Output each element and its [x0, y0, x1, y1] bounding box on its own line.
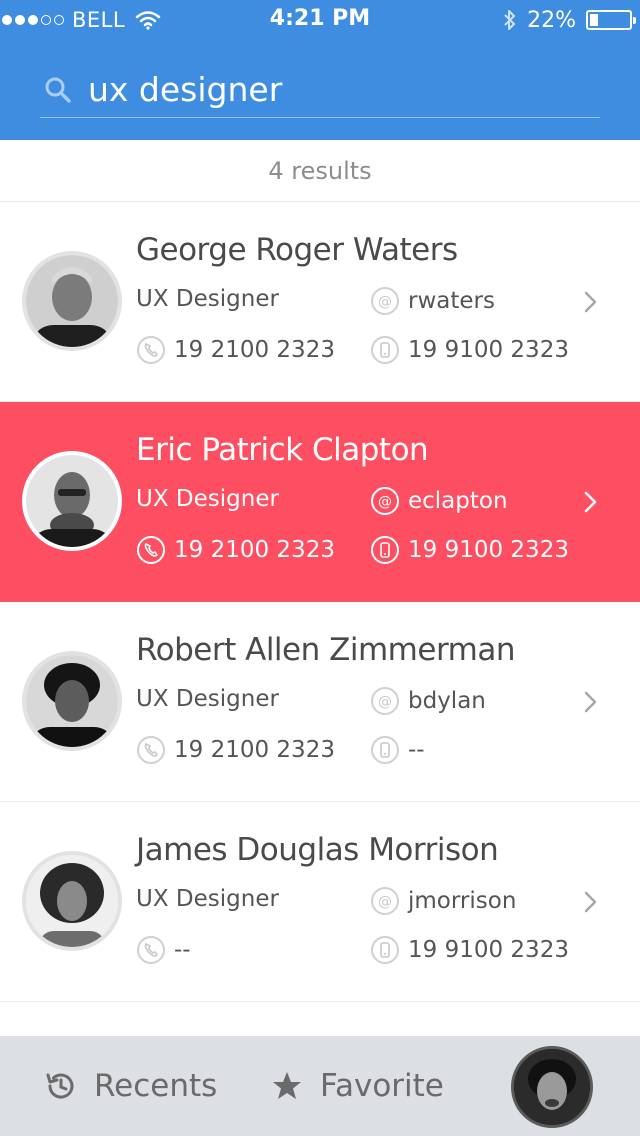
tab-recents-label: Recents: [94, 1068, 218, 1104]
chevron-right-icon[interactable]: [582, 690, 600, 714]
tab-recents[interactable]: Recents: [44, 1036, 217, 1136]
contact-title: UX Designer: [136, 486, 279, 512]
avatar: [22, 851, 122, 951]
header: BELL 4:21 PM 22%: [0, 0, 640, 140]
star-icon: [273, 1072, 301, 1099]
contact-mobile[interactable]: 19 9100 2323: [370, 535, 569, 565]
svg-text:@: @: [378, 494, 392, 510]
bluetooth-icon: [504, 10, 516, 30]
history-icon: [46, 1073, 74, 1099]
contact-mobile[interactable]: 19 9100 2323: [370, 335, 569, 365]
contact-row[interactable]: George Roger Waters UX Designer @ rwater…: [0, 202, 640, 402]
results-count: 4 results: [0, 140, 640, 202]
contact-mobile[interactable]: --: [370, 735, 425, 765]
contact-name: Eric Patrick Clapton: [136, 432, 429, 468]
contact-title: UX Designer: [136, 686, 279, 712]
contact-username[interactable]: @ eclapton: [370, 486, 508, 516]
battery-fill: [590, 14, 598, 26]
contact-phone[interactable]: 19 2100 2323: [136, 335, 335, 365]
mobile-icon: [371, 936, 399, 964]
battery-icon: [586, 10, 636, 30]
avatar: [22, 451, 122, 551]
svg-text:@: @: [378, 694, 392, 710]
contact-row[interactable]: James Douglas Morrison UX Designer @ jmo…: [0, 802, 640, 1002]
phone-icon: [137, 536, 165, 564]
search-bar[interactable]: [40, 62, 600, 118]
chevron-right-icon[interactable]: [582, 890, 600, 914]
chevron-right-icon[interactable]: [582, 490, 600, 514]
contact-name: James Douglas Morrison: [136, 832, 499, 868]
phone-icon: [137, 336, 165, 364]
contact-name: Robert Allen Zimmerman: [136, 632, 515, 668]
phone-icon: [137, 736, 165, 764]
contact-title: UX Designer: [136, 886, 279, 912]
status-bar: BELL 4:21 PM 22%: [0, 0, 640, 40]
contact-mobile[interactable]: 19 9100 2323: [370, 935, 569, 965]
contact-title: UX Designer: [136, 286, 279, 312]
chevron-right-icon[interactable]: [582, 290, 600, 314]
user-avatar[interactable]: [511, 1046, 593, 1128]
tab-bar: Recents Favorite: [0, 1036, 640, 1136]
at-icon: @: [371, 887, 399, 915]
phone-icon: [137, 936, 165, 964]
contact-row-selected[interactable]: Eric Patrick Clapton UX Designer @ eclap…: [0, 402, 640, 602]
avatar: [22, 651, 122, 751]
battery-percent: 22%: [527, 7, 576, 33]
mobile-icon: [371, 336, 399, 364]
contact-username[interactable]: @ rwaters: [370, 286, 495, 316]
contact-list: George Roger Waters UX Designer @ rwater…: [0, 202, 640, 1002]
svg-text:@: @: [378, 894, 392, 910]
status-right: 22%: [503, 6, 636, 34]
contact-phone[interactable]: --: [136, 935, 191, 965]
search-input[interactable]: [88, 64, 600, 115]
contact-row[interactable]: Robert Allen Zimmerman UX Designer @ bdy…: [0, 602, 640, 802]
contact-name: George Roger Waters: [136, 232, 458, 268]
tab-favorite-label: Favorite: [320, 1068, 444, 1104]
svg-text:@: @: [378, 294, 392, 310]
at-icon: @: [371, 687, 399, 715]
contact-username[interactable]: @ jmorrison: [370, 886, 516, 916]
at-icon: @: [371, 487, 399, 515]
at-icon: @: [371, 287, 399, 315]
tab-favorite[interactable]: Favorite: [270, 1036, 444, 1136]
avatar: [22, 251, 122, 351]
contact-phone[interactable]: 19 2100 2323: [136, 735, 335, 765]
contact-username[interactable]: @ bdylan: [370, 686, 486, 716]
contact-phone[interactable]: 19 2100 2323: [136, 535, 335, 565]
search-icon[interactable]: [44, 75, 74, 105]
mobile-icon: [371, 736, 399, 764]
mobile-icon: [371, 536, 399, 564]
